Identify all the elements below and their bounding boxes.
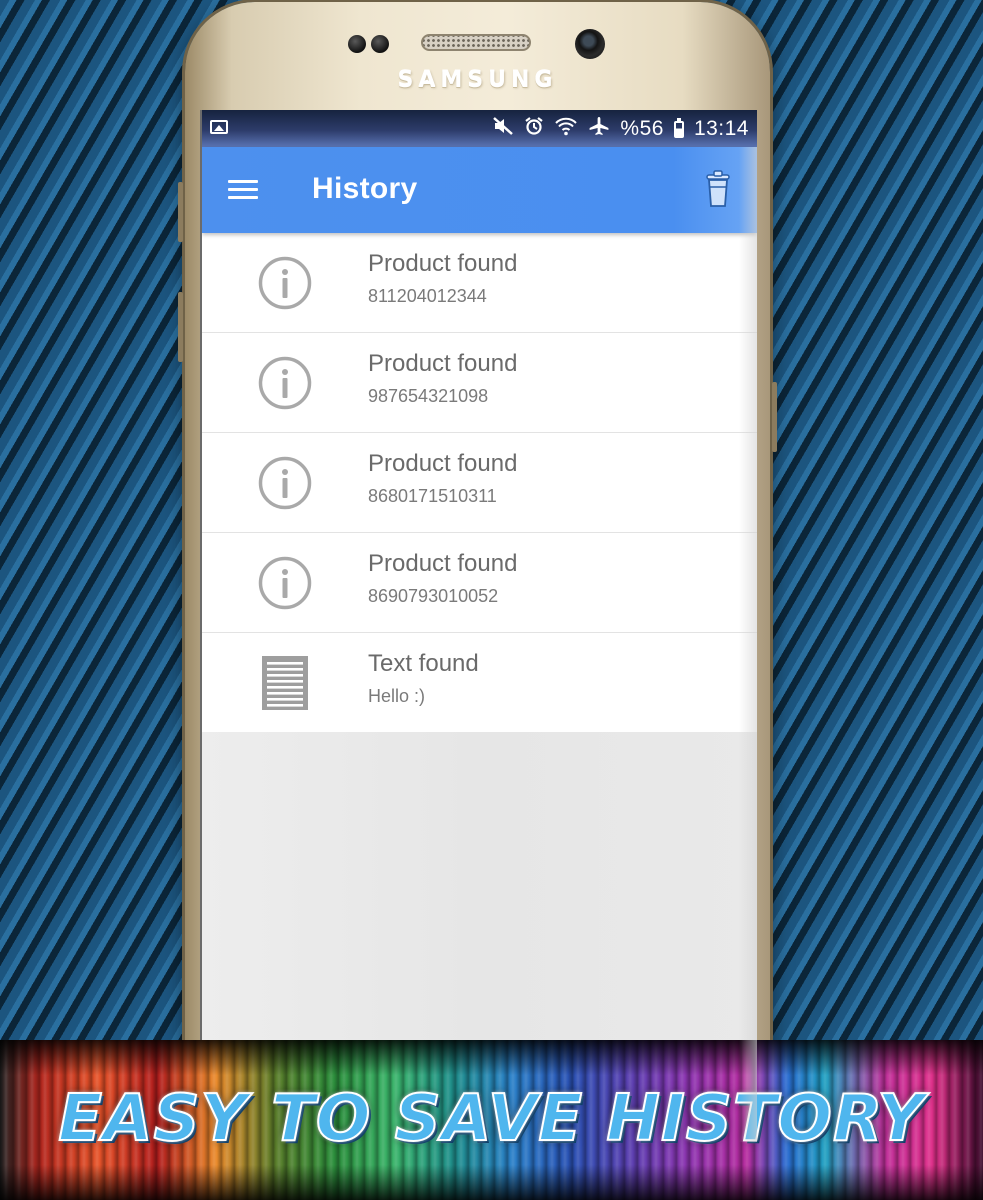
info-icon xyxy=(257,455,313,511)
wifi-icon xyxy=(554,116,578,142)
brand-logo: SAMSUNG xyxy=(397,68,558,93)
item-title: Text found xyxy=(368,650,479,677)
app-bar: History xyxy=(202,147,757,233)
image-notification-icon xyxy=(210,120,228,134)
mute-icon xyxy=(492,116,514,142)
light-sensor xyxy=(371,35,389,53)
list-item[interactable]: Product found 811204012344 xyxy=(202,233,757,333)
clock: 13:14 xyxy=(693,117,749,140)
status-icons: %56 13:14 xyxy=(492,116,749,142)
item-subtitle: 811204012344 xyxy=(368,286,487,306)
list-item[interactable]: Text found Hello :) xyxy=(202,633,757,732)
volume-button xyxy=(178,182,183,242)
item-title: Product found xyxy=(368,350,518,377)
text-document-icon xyxy=(257,655,313,711)
item-subtitle: Hello :) xyxy=(368,686,426,706)
phone-screen: %56 13:14 History Product found 81120401… xyxy=(200,110,757,1142)
item-title: Product found xyxy=(368,450,518,477)
item-subtitle: 8690793010052 xyxy=(368,586,499,606)
earpiece-speaker xyxy=(421,34,531,51)
item-title: Product found xyxy=(368,550,518,577)
promo-banner-text: EASY TO SAVE HISTORY xyxy=(57,1081,925,1157)
airplane-icon xyxy=(588,116,610,142)
info-icon xyxy=(257,255,313,311)
phone-frame: SAMSUNG %56 13:14 History Product found … xyxy=(178,2,777,1142)
item-subtitle: 8680171510311 xyxy=(368,486,497,506)
hamburger-menu-icon[interactable] xyxy=(228,180,258,200)
page-title: History xyxy=(312,172,418,205)
list-item[interactable]: Product found 8690793010052 xyxy=(202,533,757,633)
alarm-icon xyxy=(524,116,544,142)
side-key xyxy=(772,382,777,452)
battery-icon xyxy=(673,117,684,138)
item-subtitle: 987654321098 xyxy=(368,386,489,406)
list-item[interactable]: Product found 8680171510311 xyxy=(202,433,757,533)
item-title: Product found xyxy=(368,250,518,277)
proximity-sensor xyxy=(348,35,366,53)
history-list: Product found 811204012344 Product found… xyxy=(202,233,757,732)
list-item[interactable]: Product found 987654321098 xyxy=(202,333,757,433)
status-bar: %56 13:14 xyxy=(202,110,757,147)
front-camera xyxy=(575,29,605,59)
info-icon xyxy=(257,555,313,611)
battery-percent: %56 xyxy=(620,117,664,140)
power-button xyxy=(178,292,183,362)
trash-icon[interactable] xyxy=(703,169,733,209)
info-icon xyxy=(257,355,313,411)
